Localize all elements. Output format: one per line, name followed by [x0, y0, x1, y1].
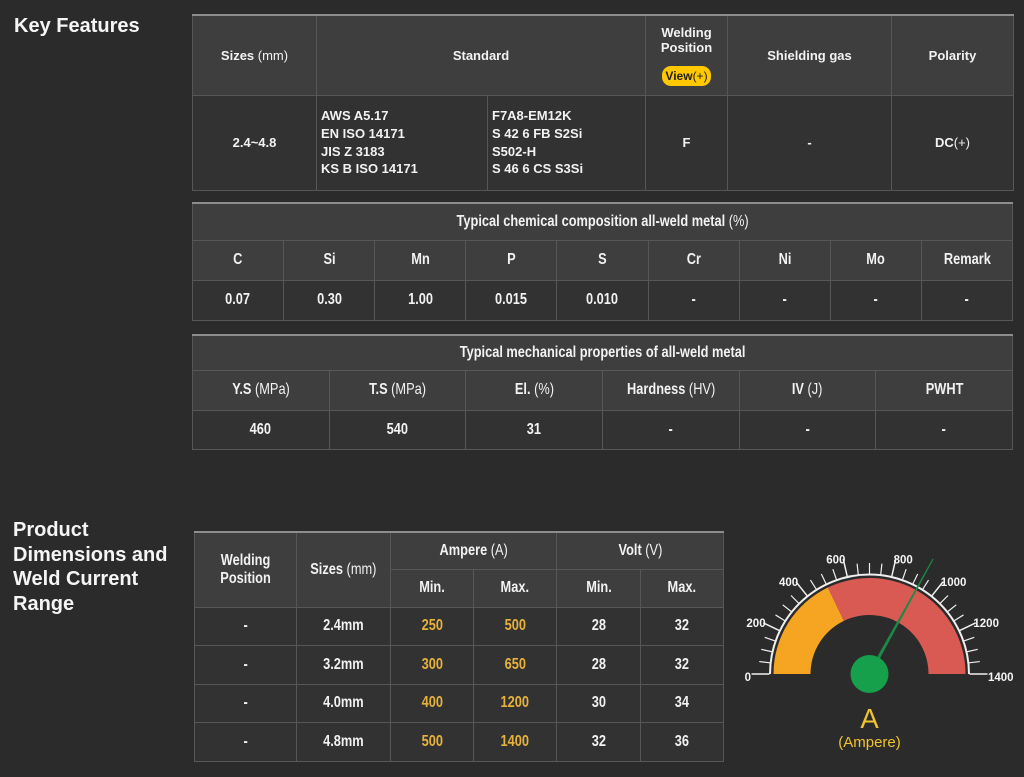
svg-text:600: 600: [826, 554, 845, 566]
svg-text:0: 0: [745, 672, 751, 684]
svg-text:800: 800: [894, 554, 913, 566]
svg-text:400: 400: [779, 577, 798, 589]
svg-text:1000: 1000: [941, 577, 967, 589]
svg-text:1200: 1200: [973, 618, 999, 630]
svg-text:200: 200: [746, 618, 765, 630]
svg-text:1400: 1400: [988, 672, 1014, 684]
svg-text:A: A: [860, 703, 879, 734]
svg-text:(Ampere): (Ampere): [838, 734, 901, 751]
